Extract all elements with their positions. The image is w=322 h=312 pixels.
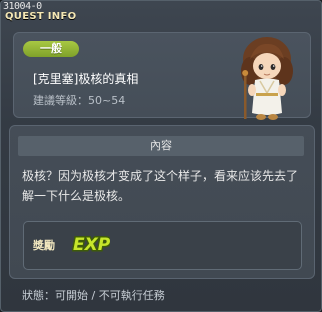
reward-panel: 獎勵 EXP EXP xyxy=(23,221,302,270)
quest-content-panel: 內容 极核？因为极核才变成了这个样子，看来应该先去了解一下什么是极核。 獎勵 E… xyxy=(9,125,315,279)
quest-name: [克里塞]极核的真相 xyxy=(33,72,139,86)
recommended-level: 建議等級：50~54 xyxy=(33,92,125,108)
quest-info-window: 31004-0 QUEST INFO 一般 [克里塞]极核的真相 建議等級：50… xyxy=(0,0,322,312)
content-section-title: 內容 xyxy=(18,136,304,156)
reward-label: 獎勵 xyxy=(33,239,55,252)
level-label: 建議等級： xyxy=(33,94,88,107)
exp-icon: EXP EXP xyxy=(72,234,110,255)
window-title: QUEST INFO xyxy=(5,11,77,22)
quest-status: 狀態：可開始 / 不可執行任務 xyxy=(22,289,165,302)
npc-portrait-icon xyxy=(241,37,293,120)
quest-type-badge: 一般 xyxy=(23,41,79,57)
quest-description: 极核？因为极核才变成了这个样子，看来应该先去了解一下什么是极核。 xyxy=(22,169,299,203)
level-range: 50~54 xyxy=(88,94,126,107)
quest-header-panel: 一般 [克里塞]极核的真相 建議等級：50~54 xyxy=(13,32,311,120)
exp-text: EXP xyxy=(73,235,110,254)
